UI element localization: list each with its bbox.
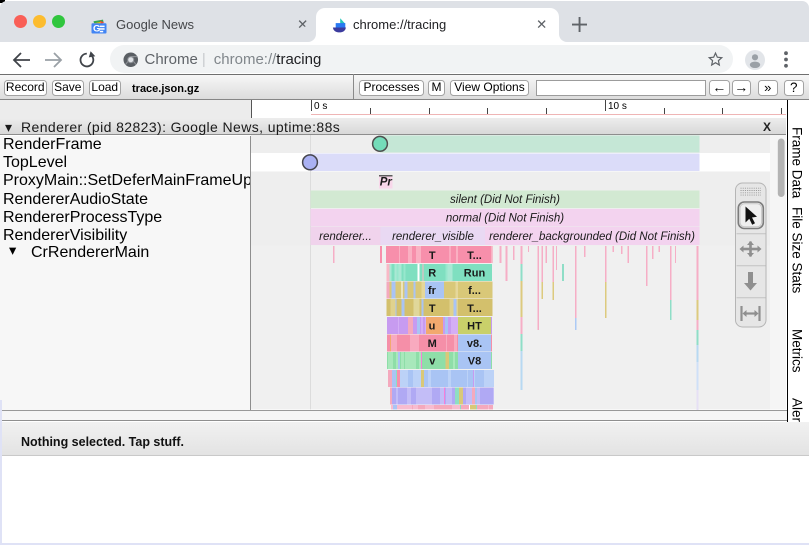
svg-text:Pr: Pr (380, 176, 393, 188)
svg-text:T...: T... (467, 250, 482, 262)
svg-text:T...: T... (467, 303, 482, 315)
svg-text:renderer...: renderer... (319, 231, 372, 243)
svg-text:M: M (428, 338, 437, 350)
svg-text:Run: Run (464, 267, 486, 279)
svg-text:v8.: v8. (467, 338, 482, 350)
svg-text:G: G (93, 23, 100, 34)
svg-text:T: T (429, 303, 436, 315)
svg-text:R: R (428, 267, 436, 279)
svg-text:T: T (429, 250, 436, 262)
svg-text:renderer_backgrounded (Did Not: renderer_backgrounded (Did Not Finish) (489, 231, 695, 243)
svg-text:v: v (429, 356, 436, 368)
svg-text:V8: V8 (468, 356, 481, 368)
svg-text:HT: HT (467, 320, 482, 332)
svg-text:normal (Did Not Finish): normal (Did Not Finish) (446, 213, 564, 225)
svg-text:silent (Did Not Finish): silent (Did Not Finish) (450, 194, 560, 206)
svg-text:f...: f... (468, 285, 481, 297)
svg-text:fr: fr (428, 285, 437, 297)
svg-text:u: u (429, 320, 436, 332)
svg-text:renderer_visible: renderer_visible (392, 231, 474, 243)
